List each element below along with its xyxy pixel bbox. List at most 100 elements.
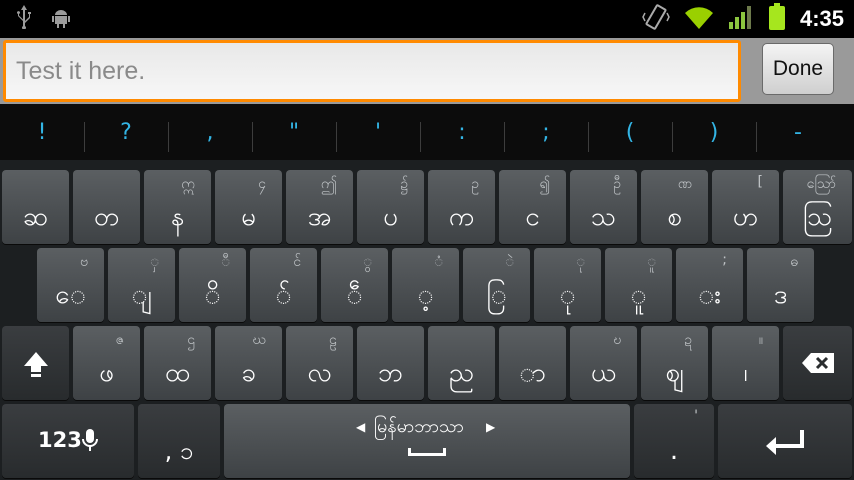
key[interactable]: ီိ: [179, 248, 246, 322]
key-label: ဆ: [22, 202, 49, 232]
key[interactable]: ၄မ: [215, 170, 282, 244]
suggestion-item[interactable]: ?: [84, 104, 168, 160]
key[interactable]: ။၊: [712, 326, 779, 400]
key-label: .: [669, 436, 679, 466]
enter-key[interactable]: [718, 404, 852, 478]
suggestion-item[interactable]: -: [756, 104, 840, 160]
key[interactable]: [ဟ: [712, 170, 779, 244]
language-label: မြန်မာဘာသာ: [374, 416, 464, 437]
android-debug-icon: [50, 6, 72, 32]
suggestion-item[interactable]: ;: [504, 104, 588, 160]
key[interactable]: ဗေ: [37, 248, 104, 322]
key-hint-label: ဠ: [329, 332, 337, 348]
key[interactable]: ာ: [499, 326, 566, 400]
key-label: ဘ: [377, 358, 404, 388]
key[interactable]: ဎယ: [570, 326, 637, 400]
key-label: ည: [448, 358, 475, 388]
key[interactable]: င် ◌်: [250, 248, 317, 322]
battery-icon: [768, 3, 786, 35]
keyboard: ဆ တ ဣန ၄မ ဤအ ၌ပ ဥက ၍င ဦသ ဏစ [ဟ ဪဩ ဗေ ှျ …: [0, 160, 854, 480]
key-hint-label: ဣ: [181, 176, 195, 192]
key-hint-label: ၍: [539, 176, 550, 192]
backspace-icon: [801, 352, 835, 378]
suggestion-item[interactable]: ): [672, 104, 756, 160]
suggestion-item[interactable]: !: [0, 104, 84, 160]
key-label: ေ: [55, 280, 86, 310]
key[interactable]: ူူ: [605, 248, 672, 322]
key-hint-label: ဏ: [677, 176, 692, 192]
key-hint-label: ။: [758, 332, 763, 348]
key[interactable]: ဇဖ: [73, 326, 140, 400]
key[interactable]: ွဵ: [321, 248, 388, 322]
key[interactable]: ဍဈ: [641, 326, 708, 400]
key[interactable]: ဓဒ: [747, 248, 814, 322]
test-text-field[interactable]: [3, 40, 741, 102]
key-hint-label: ှ: [150, 254, 159, 270]
shift-key[interactable]: [2, 326, 69, 400]
key-hint-label: ဓ: [790, 254, 798, 270]
key-hint-label: ံ: [434, 254, 443, 270]
key[interactable]: ဏစ: [641, 170, 708, 244]
key-label: ဖ: [99, 358, 114, 388]
enter-icon: [764, 428, 806, 460]
test-input[interactable]: [6, 43, 738, 99]
suggestion-item[interactable]: ": [252, 104, 336, 160]
key-label: ထ: [164, 358, 191, 388]
key-hint-label: ၄: [258, 176, 266, 192]
symbols-label: 123: [38, 428, 82, 452]
key-label: တ: [93, 202, 120, 232]
suggestion-item[interactable]: (: [588, 104, 672, 160]
key[interactable]: ည: [428, 326, 495, 400]
backspace-key[interactable]: [783, 326, 852, 400]
key-hint-label: ဎ: [613, 332, 621, 348]
key-hint-label: ဇ: [115, 332, 124, 348]
key-label: က: [448, 202, 475, 232]
key[interactable]: ှျ: [108, 248, 175, 322]
key[interactable]: ၍င: [499, 170, 566, 244]
symbols-key[interactable]: 123: [2, 404, 134, 478]
suggestion-item[interactable]: ,: [168, 104, 252, 160]
status-bar: 4:35: [0, 0, 854, 38]
key-hint-label: ;: [722, 252, 727, 268]
key[interactable]: ဲြ: [463, 248, 530, 322]
key-label: ျ: [131, 280, 152, 310]
key-hint-label: ဃ: [252, 332, 266, 348]
key[interactable]: ဥက: [428, 170, 495, 244]
key[interactable]: တ: [73, 170, 140, 244]
key[interactable]: ဤအ: [286, 170, 353, 244]
key-hint-label: ဍ: [684, 332, 692, 348]
key[interactable]: ;း: [676, 248, 743, 322]
key-hint-label: ဥ: [471, 176, 479, 192]
key[interactable]: ဌထ: [144, 326, 211, 400]
key-hint-label: ူ: [647, 254, 656, 270]
key[interactable]: ဆ: [2, 170, 69, 244]
suggestion-item[interactable]: :: [420, 104, 504, 160]
key[interactable]: ဦသ: [570, 170, 637, 244]
key[interactable]: ဃခ: [215, 326, 282, 400]
key-label: ဩ: [802, 202, 833, 232]
key[interactable]: ံ့: [392, 248, 459, 322]
key[interactable]: ဪဩ: [783, 170, 852, 244]
key-label: ယ: [590, 358, 617, 388]
key-label: လ: [307, 358, 332, 388]
suggestion-strip: ! ? , " ' : ; ( ) -: [0, 104, 854, 160]
key-hint-label: ဦ: [613, 176, 621, 192]
key[interactable]: ဘ: [357, 326, 424, 400]
done-button[interactable]: Done: [762, 43, 834, 95]
key-label: ဟ: [732, 202, 759, 232]
usb-icon: [16, 5, 32, 33]
comma-key[interactable]: , ၁: [138, 404, 220, 478]
key-hint-label: ': [694, 408, 698, 424]
key[interactable]: ၌ပ: [357, 170, 424, 244]
period-key[interactable]: '.: [634, 404, 714, 478]
key-label: မ: [241, 202, 256, 232]
key-hint-label: ဲ: [505, 254, 514, 270]
key[interactable]: ုု: [534, 248, 601, 322]
suggestion-item[interactable]: ': [336, 104, 420, 160]
key-label: ု: [559, 280, 576, 310]
key[interactable]: ဠလ: [286, 326, 353, 400]
space-key[interactable]: ◀ မြန်မာဘာသာ ▶: [224, 404, 630, 478]
key[interactable]: ဣန: [144, 170, 211, 244]
key-label: ြ: [486, 280, 507, 310]
language-right-arrow-icon: ▶: [486, 420, 496, 434]
